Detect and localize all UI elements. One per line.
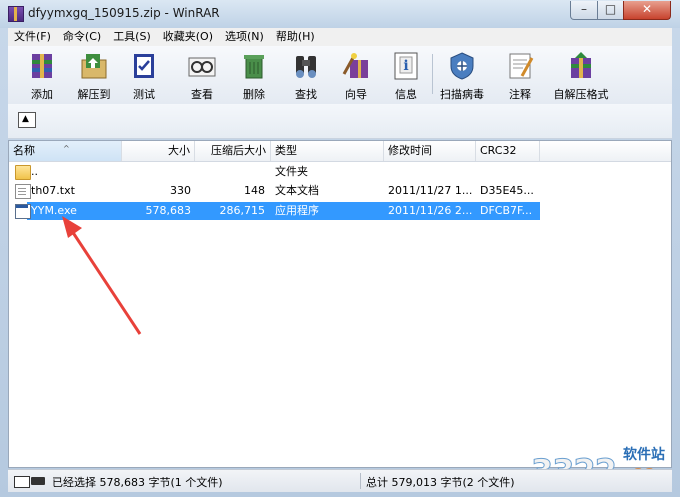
status-total: 总计 579,013 字节(2 个文件) — [366, 476, 515, 489]
drive-icon[interactable] — [14, 476, 30, 488]
watermark-cn: 软件站 — [623, 447, 665, 463]
status-bar: 已经选择 578,683 字节(1 个文件) 总计 579,013 字节(2 个… — [8, 469, 672, 492]
status-separator — [360, 473, 361, 489]
status-icons — [14, 475, 48, 488]
arrow-head — [62, 216, 82, 238]
status-selection: 已经选择 578,683 字节(1 个文件) — [52, 476, 223, 489]
annotation-arrow — [62, 216, 142, 335]
key-icon[interactable] — [31, 477, 45, 485]
winrar-window: dfyymxgq_150915.zip - WinRAR – □ ✕ 文件(F)… — [0, 0, 680, 497]
arrow-shaft — [68, 227, 142, 335]
